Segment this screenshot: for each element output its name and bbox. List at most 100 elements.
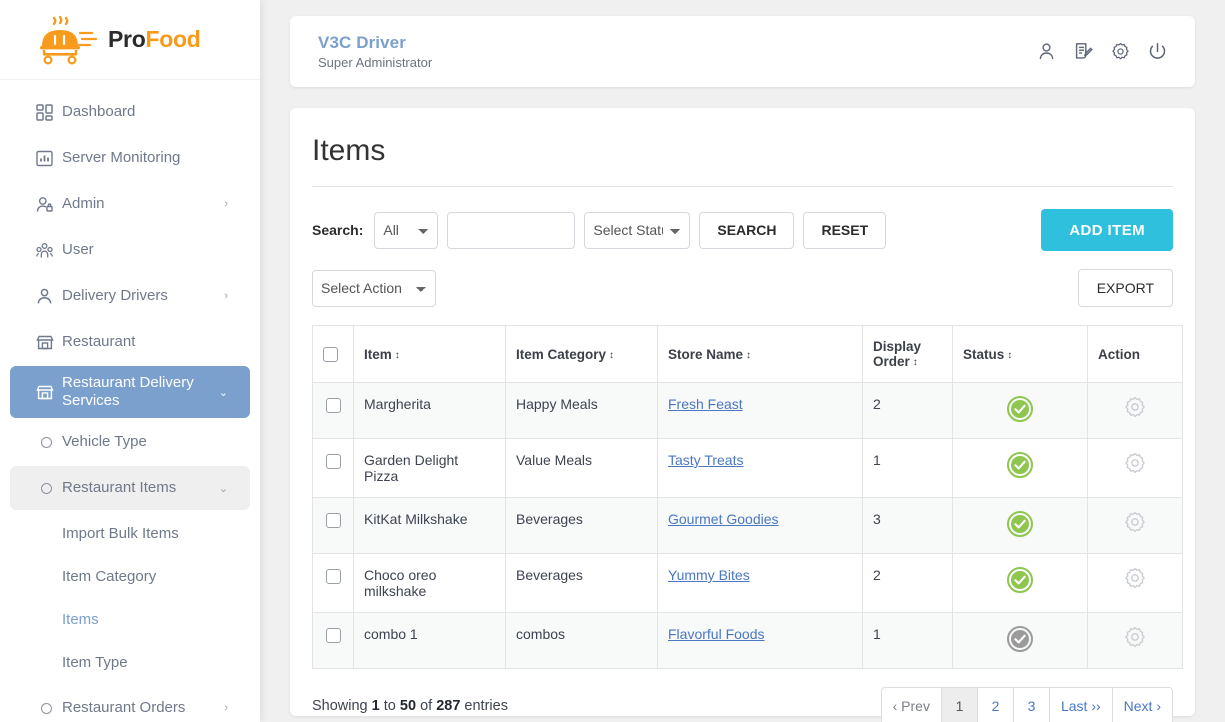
pagination-button[interactable]: 2 <box>977 688 1014 722</box>
cell-store-name: Tasty Treats <box>657 438 863 498</box>
table-row: KitKat Milkshake Beverages Gourmet Goodies… <box>312 497 1183 554</box>
row-action-gear-icon[interactable] <box>1124 452 1146 474</box>
sidebar-item-label: User <box>62 241 94 258</box>
sidebar-item-label: Vehicle Type <box>62 433 147 450</box>
row-checkbox[interactable] <box>325 568 341 584</box>
cell-action <box>1087 553 1183 613</box>
pagination-button[interactable]: Next › <box>1112 688 1172 722</box>
column-header-item-category[interactable]: Item Category ↕ <box>505 325 658 383</box>
add-item-button[interactable]: ADD ITEM <box>1041 209 1173 251</box>
items-card: Items Search: All Select Status SEARCH R… <box>290 108 1195 722</box>
store-name-link[interactable]: Fresh Feast <box>668 396 743 412</box>
cell-status <box>952 553 1088 613</box>
cell-store-name: Gourmet Goodies <box>657 497 863 554</box>
row-action-gear-icon[interactable] <box>1124 396 1146 418</box>
cell-item: KitKat Milkshake <box>353 497 506 554</box>
status-filter-select[interactable]: Select Status <box>584 211 691 249</box>
sort-icon: ↕ <box>394 349 400 361</box>
cell-item-category: Happy Meals <box>505 382 658 439</box>
cell-item: Choco oreo milkshake <box>353 553 506 613</box>
items-table-head: Item ↕ Item Category ↕ Store Name ↕ Display… <box>312 325 1183 383</box>
showing-entries-text: Showing 1 to 50 of 287 entries <box>312 698 508 714</box>
sidebar-item-restaurant[interactable]: Restaurant <box>10 320 250 364</box>
sidebar-item-label: Server Monitoring <box>62 149 181 166</box>
sidebar-item-restaurant-orders[interactable]: Restaurant Orders › <box>10 686 250 722</box>
pagination-button[interactable]: Last ›› <box>1049 688 1113 722</box>
pagination-button[interactable]: 3 <box>1013 688 1050 722</box>
items-table-body: Margherita Happy Meals Fresh Feast 2 Garden … <box>312 382 1183 669</box>
status-badge-icon[interactable] <box>1007 626 1033 652</box>
column-header-item[interactable]: Item ↕ <box>353 325 506 383</box>
pagination-button: 1 <box>941 688 978 722</box>
sidebar-item-server-monitoring[interactable]: Server Monitoring <box>10 136 250 180</box>
row-action-gear-icon[interactable] <box>1124 626 1146 648</box>
table-row: Choco oreo milkshake Beverages Yummy Bites… <box>312 553 1183 613</box>
cell-action <box>1087 497 1183 554</box>
sidebar-item-vehicle-type[interactable]: Vehicle Type <box>10 420 250 464</box>
brand-name-primary: Pro <box>108 26 146 52</box>
row-checkbox[interactable] <box>325 397 341 413</box>
export-button[interactable]: EXPORT <box>1077 269 1173 307</box>
sidebar-item-restaurant-delivery-services[interactable]: Restaurant Delivery Services ⌄ <box>10 366 250 418</box>
power-logout-icon[interactable] <box>1148 42 1167 61</box>
store-name-link[interactable]: Tasty Treats <box>668 452 743 468</box>
store-name-link[interactable]: Flavorful Foods <box>668 626 764 642</box>
table-row: Margherita Happy Meals Fresh Feast 2 <box>312 382 1183 439</box>
sidebar-item-restaurant-items[interactable]: Restaurant Items ⌄ <box>10 466 250 510</box>
sidebar-item-items[interactable]: Items <box>0 598 260 641</box>
cell-status <box>952 438 1088 498</box>
row-action-gear-icon[interactable] <box>1124 511 1146 533</box>
sidebar-item-item-category[interactable]: Item Category <box>0 555 260 598</box>
column-label: Item <box>364 346 392 362</box>
chevron-down-icon: ⌄ <box>218 386 228 399</box>
status-badge-icon[interactable] <box>1007 396 1033 422</box>
chart-bar-icon <box>36 150 62 167</box>
select-all-checkbox[interactable] <box>323 346 338 362</box>
row-checkbox[interactable] <box>325 512 341 528</box>
sidebar-item-user[interactable]: User <box>10 228 250 272</box>
brand-logo[interactable]: ProFood <box>0 0 260 80</box>
sidebar-nav: Dashboard Server Monitoring Admin › User… <box>0 80 260 722</box>
filter-toolbar: Search: All Select Status SEARCH RESET A… <box>312 209 1173 251</box>
row-action-gear-icon[interactable] <box>1124 567 1146 589</box>
brand-name: ProFood <box>108 26 201 53</box>
top-header-bar: V3C Driver Super Administrator <box>290 16 1195 87</box>
document-edit-icon[interactable] <box>1074 42 1093 61</box>
store-icon <box>36 384 62 401</box>
search-button[interactable]: SEARCH <box>699 211 795 249</box>
sidebar-item-dashboard[interactable]: Dashboard <box>10 90 250 134</box>
sidebar-item-delivery-drivers[interactable]: Delivery Drivers › <box>10 274 250 318</box>
sidebar-child-label: Items <box>62 611 99 628</box>
table-footer: Showing 1 to 50 of 287 entries ‹ Prev 1 2 3… <box>312 687 1173 722</box>
header-actions <box>1037 42 1167 61</box>
column-header-display-order[interactable]: Display Order ↕ <box>862 325 953 383</box>
profile-user-icon[interactable] <box>1037 42 1056 61</box>
row-select-cell <box>312 612 354 669</box>
sidebar-item-item-type[interactable]: Item Type <box>0 641 260 684</box>
row-select-cell <box>312 553 354 613</box>
showing-mid: to <box>383 698 396 714</box>
search-input[interactable] <box>447 211 576 249</box>
status-badge-icon[interactable] <box>1007 567 1033 593</box>
row-select-cell <box>312 438 354 498</box>
row-checkbox[interactable] <box>325 453 341 469</box>
store-name-link[interactable]: Yummy Bites <box>668 567 750 583</box>
column-header-status[interactable]: Status ↕ <box>952 325 1088 383</box>
chevron-right-icon: › <box>224 290 228 302</box>
bulk-action-select[interactable]: Select Action <box>312 269 436 307</box>
row-checkbox[interactable] <box>325 627 341 643</box>
sort-icon: ↕ <box>609 349 615 361</box>
sidebar-item-import-bulk-items[interactable]: Import Bulk Items <box>0 512 260 555</box>
cell-item-category: Value Meals <box>505 438 658 498</box>
cell-store-name: Fresh Feast <box>657 382 863 439</box>
reset-button[interactable]: RESET <box>803 211 887 249</box>
store-name-link[interactable]: Gourmet Goodies <box>668 511 779 527</box>
status-badge-icon[interactable] <box>1007 511 1033 537</box>
column-header-store-name[interactable]: Store Name ↕ <box>657 325 863 383</box>
status-badge-icon[interactable] <box>1007 452 1033 478</box>
main-content: V3C Driver Super Administrator Items Sea… <box>260 0 1225 722</box>
search-scope-select[interactable]: All <box>374 211 439 249</box>
pagination: ‹ Prev 1 2 3 Last ›› Next › <box>880 687 1173 722</box>
sidebar-item-admin[interactable]: Admin › <box>10 182 250 226</box>
settings-gear-icon[interactable] <box>1111 42 1130 61</box>
